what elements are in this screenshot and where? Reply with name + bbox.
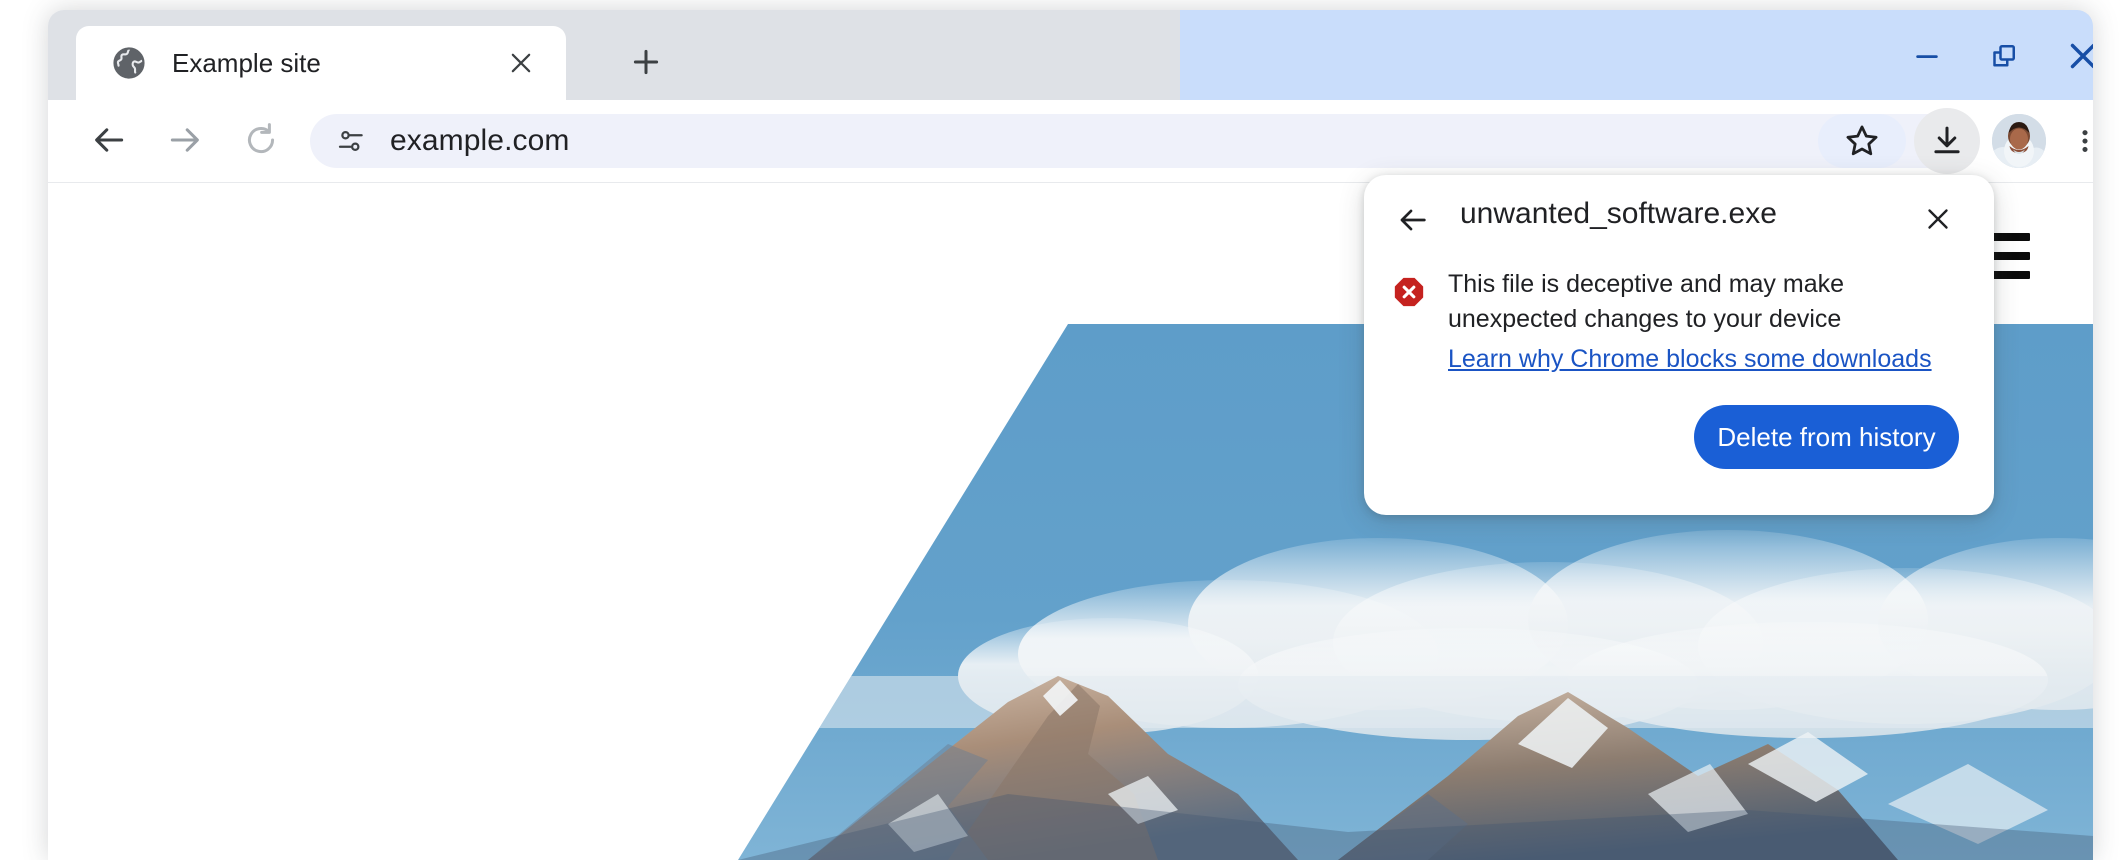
window-close-button[interactable] [2052,27,2093,85]
star-icon [1846,125,1878,156]
browser-toolbar: example.com [48,100,2093,183]
download-bubble-header: unwanted_software.exe [1364,175,1994,263]
forward-button[interactable] [154,109,216,171]
plus-icon [633,49,659,75]
more-vertical-icon [2082,130,2088,152]
tab-example-site[interactable]: Example site [76,26,566,100]
learn-why-link[interactable]: Learn why Chrome blocks some downloads [1448,345,1932,374]
close-icon [2070,43,2093,69]
delete-from-history-button[interactable]: Delete from history [1694,405,1959,469]
download-bubble-back-button[interactable] [1386,193,1440,247]
avatar[interactable] [1992,114,2046,168]
window-minimize-button[interactable] [1896,27,1958,85]
window-restore-button[interactable] [1973,27,2035,85]
avatar-image [1992,114,2046,168]
bookmark-button[interactable] [1818,114,1906,168]
download-filename: unwanted_software.exe [1460,197,1777,230]
address-bar-text[interactable]: example.com [390,124,570,158]
tab-strip: Example site [48,10,2093,100]
download-warning-text: This file is deceptive and may make unex… [1448,270,1845,333]
tune-icon[interactable] [336,126,366,156]
error-octagon-icon [1394,277,1424,307]
browser-window: Example site example.com unwanted_softwa… [48,10,2093,860]
back-button[interactable] [78,109,140,171]
arrow-left-icon [1400,209,1426,231]
download-warning-bubble: unwanted_software.exe This file is decep… [1364,175,1994,515]
minimize-icon [1916,55,1938,58]
address-bar[interactable]: example.com [310,114,1962,168]
downloads-button[interactable] [1914,108,1980,174]
download-icon [1934,126,1960,154]
globe-icon [113,47,145,79]
new-tab-button[interactable] [620,36,672,88]
download-bubble-close-button[interactable] [1912,193,1964,245]
reload-button[interactable] [230,109,292,171]
restore-icon [1993,44,2016,67]
close-icon [1928,209,1948,229]
tab-close-icon[interactable] [498,40,544,86]
reload-icon [247,123,275,154]
arrow-right-icon [170,128,199,152]
tab-title: Example site [172,47,321,78]
browser-menu-button[interactable] [2056,112,2093,170]
arrow-left-icon [95,128,124,152]
